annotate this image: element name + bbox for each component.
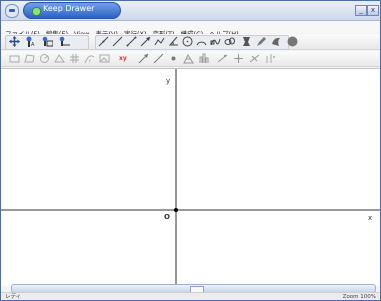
point-tool-icon[interactable] [168,53,179,64]
coordinate-plane: x y O [1,69,380,286]
y-axis-label: y [166,77,170,85]
title-bar: Keep Drawer _ x [1,1,380,21]
rectangle-icon[interactable] [9,53,20,64]
measure-icon[interactable] [183,53,194,64]
svg-text:A: A [31,42,35,47]
status-text: レディ [5,294,22,300]
conic-icon[interactable] [224,36,235,47]
delete-icon[interactable] [241,36,252,47]
histogram-icon[interactable] [199,53,210,64]
zoom-level: Zoom 100% [342,294,376,300]
menu-bar: ファイル(F)編集(E)View表示(V)実行(X)変形(T)構成(C)ヘルプ(… [1,21,380,38]
minimize-button[interactable]: _ [355,5,367,16]
vector-icon[interactable] [140,36,151,47]
circle-icon[interactable] [182,36,193,47]
circle-tool-icon[interactable] [39,53,50,64]
x-axis-label: x [368,214,372,222]
status-bar: レディ Zoom 100% [1,292,380,300]
triangle-icon[interactable] [54,53,65,64]
system-menu-icon[interactable] [5,4,19,18]
segment-icon[interactable] [112,36,123,47]
toolbar-secondary: f xy [1,51,380,67]
ray-icon[interactable] [126,36,137,47]
polygon-icon[interactable] [24,53,35,64]
reflect-icon[interactable] [265,53,276,64]
title-tab: Keep Drawer [23,2,121,19]
line-tool-icon[interactable] [153,53,164,64]
transform2-icon[interactable] [249,53,260,64]
transform-icon[interactable] [217,53,228,64]
origin-point [174,208,178,212]
pen-icon[interactable] [256,36,267,47]
function-icon[interactable]: f [84,53,95,64]
point-icon[interactable]: A [25,36,36,47]
angle-icon[interactable] [168,36,179,47]
point-on-object-icon[interactable] [42,36,53,47]
move-icon[interactable] [9,36,20,47]
arc-icon[interactable] [196,36,207,47]
line-icon[interactable] [98,36,109,47]
curve-icon[interactable] [210,36,221,47]
window-title: Keep Drawer [43,4,95,13]
origin-label: O [164,213,170,221]
app-icon [32,7,41,16]
application-window: Keep Drawer _ x ファイル(F)編集(E)View表示(V)実行(… [0,0,381,301]
dot-icon[interactable] [287,36,298,47]
xy-icon[interactable]: xy [119,54,130,65]
grid-icon[interactable] [69,53,80,64]
locus-icon[interactable] [233,53,244,64]
fill-icon[interactable] [271,36,282,47]
drawing-canvas[interactable]: x y O [1,68,380,286]
toolbar-primary: A [1,34,380,50]
intersection-icon[interactable] [59,36,70,47]
image-icon[interactable] [99,53,110,64]
arrow-icon[interactable] [138,53,149,64]
close-button[interactable]: x [367,5,379,16]
svg-text:f: f [89,59,91,64]
polyline-icon[interactable] [154,36,165,47]
